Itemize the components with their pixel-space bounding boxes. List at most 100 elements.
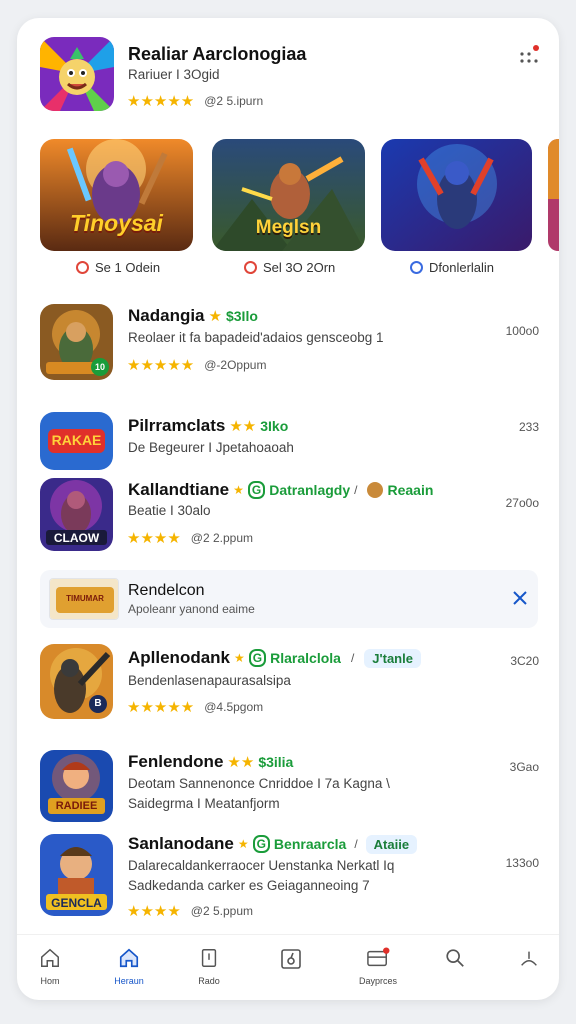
- slash-divider: /: [350, 651, 355, 665]
- rating-stars: ★★★★★: [127, 357, 195, 374]
- star-icon: ★: [208, 308, 222, 325]
- rating-stars: ★★★★★: [127, 699, 195, 716]
- banner-card-2[interactable]: Meglsn: [212, 139, 365, 251]
- app-icon: RAKAE: [40, 412, 113, 470]
- notice-title: Rendelcon: [128, 582, 205, 599]
- app-rating: ★★★★ @2 5.ppum: [127, 902, 253, 920]
- banner-label-2: Sel 3O 2Orn: [244, 260, 335, 275]
- nav-notes[interactable]: [271, 947, 311, 978]
- app-extra-tag: Reaain: [387, 482, 434, 498]
- banner-label-text-2: Sel 3O 2Orn: [263, 260, 336, 275]
- app-description-2: Saidegrma I Meatanfjorm: [128, 796, 280, 811]
- app-icon-label: RAKAE: [51, 432, 102, 448]
- list-item[interactable]: RAKAE Pilrramclats ★★ 3Iko De Begeurer I…: [17, 410, 559, 472]
- app-icon-label: RADIEE: [55, 800, 98, 812]
- nav-label: Rado: [198, 976, 220, 986]
- banner-label-text-3: Dfonlerlalin: [429, 260, 495, 275]
- nav-label: Heraun: [114, 976, 144, 986]
- banner-card-4[interactable]: [548, 139, 559, 251]
- record-icon: [410, 261, 423, 274]
- app-description-2: Sadkedanda carker es Geiaganneoing 7: [128, 878, 370, 893]
- nav-profile[interactable]: [509, 947, 549, 976]
- banner-label-text-1: Se 1 Odein: [95, 260, 161, 275]
- banner-title-1: Tinoysai: [70, 210, 163, 236]
- app-rating: ★★★★ @2 2.ppum: [127, 529, 253, 547]
- app-title: Sanlanodane: [128, 834, 234, 853]
- nav-dayprces[interactable]: Dayprces: [358, 947, 398, 986]
- list-item[interactable]: 10 Nadangia ★ $3Ilo Reolaer it fa bapade…: [17, 300, 559, 380]
- list-item[interactable]: RADIEE Fenlendone ★★ $3ilia Deotam Sanne…: [17, 748, 559, 824]
- nav-rado[interactable]: Rado: [189, 947, 229, 986]
- app-count: 133o0: [505, 856, 539, 870]
- app-title-row: Apllenodank ★ G Rlaralclola / J'tanle: [128, 648, 421, 668]
- banner-card-3[interactable]: [381, 139, 532, 251]
- record-icon: [244, 261, 257, 274]
- home-filled-icon: [119, 948, 139, 968]
- star-icon: ★: [237, 837, 249, 851]
- nav-label: Hom: [40, 976, 60, 986]
- app-rating: ★★★★★ @4.5pgom: [127, 698, 263, 716]
- banner-label-3: Dfonlerlalin: [410, 260, 494, 275]
- app-meta: @2 2.ppum: [190, 531, 254, 545]
- app-icon-label: GENCLA: [51, 896, 102, 910]
- app-description: Deotam Sannenonce Cnriddoe I 7a Kagna \: [128, 776, 390, 791]
- rating-stars: ★★★★★: [127, 93, 195, 110]
- app-tag: Datranlagdy: [269, 482, 351, 498]
- list-item[interactable]: CLAOW Kallandtiane ★ G Datranlagdy / Rea…: [17, 476, 559, 556]
- featured-app-icon[interactable]: [40, 37, 114, 111]
- slash-divider: /: [354, 837, 358, 851]
- app-title-row: Sanlanodane ★ G Benraarcla / Ataiie: [128, 834, 418, 854]
- rating-stars: ★★★★: [127, 903, 181, 920]
- star-icon: ★: [233, 483, 244, 497]
- banner-title-2: Meglsn: [255, 217, 322, 238]
- app-meta: @-2Oppum: [204, 358, 267, 372]
- app-title: Apllenodank: [128, 648, 231, 667]
- header-subtitle: Rariuer I 3Ogid: [128, 67, 220, 82]
- list-item[interactable]: GENCLA Sanlanodane ★ G Benraarcla / Atai…: [17, 830, 559, 920]
- notice-banner[interactable]: TIMUMAR Rendelcon Apoleanr yanond eaime: [40, 570, 538, 628]
- search-icon: [446, 949, 464, 967]
- banner-label-1: Se 1 Odein: [76, 260, 160, 275]
- app-badge: 10: [91, 358, 109, 376]
- home-icon: [41, 948, 59, 967]
- bottom-nav: Hom Heraun Rado Dayprces: [17, 934, 559, 1000]
- star-icon: ★★: [229, 418, 257, 435]
- app-description: Beatie I 30alo: [128, 503, 211, 518]
- app-badge: B: [89, 695, 107, 713]
- nav-label: Dayprces: [358, 976, 397, 986]
- app-count: 100o0: [505, 324, 539, 338]
- grid-menu-icon[interactable]: [517, 44, 541, 68]
- green-badge-icon: G: [252, 835, 270, 853]
- app-store-panel: Realiar Aarclonogiaa Rariuer I 3Ogid ★★★…: [17, 18, 559, 1000]
- nav-search[interactable]: [435, 947, 475, 976]
- nav-home[interactable]: Hom: [30, 947, 70, 986]
- app-meta: @4.5pgom: [204, 700, 264, 714]
- app-title: Pilrramclats: [128, 416, 226, 435]
- app-price: $3ilia: [258, 754, 294, 770]
- app-icon: B: [40, 644, 113, 719]
- app-icon: CLAOW: [40, 478, 113, 551]
- app-title-row: Fenlendone ★★ $3ilia: [128, 752, 293, 772]
- header-title: Realiar Aarclonogiaa: [128, 44, 307, 64]
- close-icon[interactable]: [510, 588, 530, 608]
- avatar: [367, 482, 384, 498]
- app-count: 3C20: [510, 654, 539, 668]
- app-count: 27o0o: [505, 496, 539, 510]
- app-description: Bendenlasenapaurasalsipa: [128, 673, 291, 688]
- notice-thumb-text: TIMUMAR: [66, 594, 104, 603]
- app-title: Kallandtiane: [128, 480, 230, 499]
- banner-card-1[interactable]: Tinoysai: [40, 139, 193, 251]
- app-title: Fenlendone: [128, 752, 224, 771]
- app-tag: Benraarcla: [273, 836, 347, 852]
- star-icon: ★★: [227, 754, 255, 771]
- app-pill: Ataiie: [365, 834, 418, 854]
- green-badge-icon: G: [248, 649, 267, 667]
- app-title-row: Kallandtiane ★ G Datranlagdy / Reaain: [128, 480, 433, 500]
- app-tag: Rlaralclola: [270, 650, 341, 666]
- app-count: 233: [518, 420, 539, 434]
- app-title: Nadangia: [128, 306, 205, 325]
- app-icon: RADIEE: [40, 750, 113, 822]
- nav-home-active[interactable]: Heraun: [109, 947, 149, 986]
- rating-stars: ★★★★: [127, 530, 181, 547]
- list-item[interactable]: B Apllenodank ★ G Rlaralclola / J'tanle …: [17, 642, 559, 722]
